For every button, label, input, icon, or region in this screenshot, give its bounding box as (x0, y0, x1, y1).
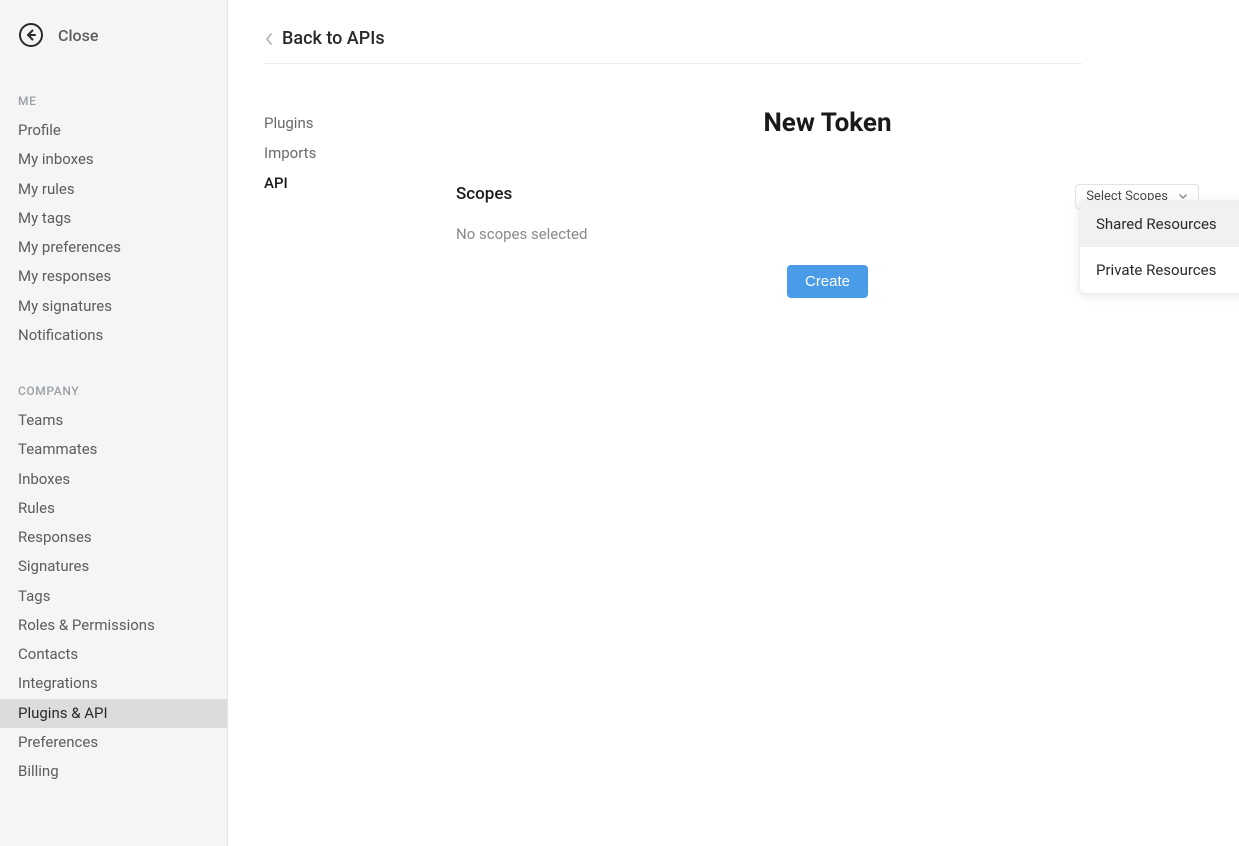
sidebar-item-profile[interactable]: Profile (0, 116, 227, 145)
sidebar-item-preferences[interactable]: Preferences (0, 728, 227, 757)
back-to-apis-link[interactable]: Back to APIs (264, 28, 1082, 64)
close-label: Close (58, 26, 98, 45)
sidebar-item-rules[interactable]: Rules (0, 494, 227, 523)
content-area: Back to APIs Plugins Imports API New Tok… (228, 0, 1239, 846)
page-title: New Token (456, 108, 1199, 138)
sidebar-item-contacts[interactable]: Contacts (0, 640, 227, 669)
sidebar-item-my-rules[interactable]: My rules (0, 175, 227, 204)
create-button[interactable]: Create (787, 265, 868, 298)
main-panel: New Token Scopes Select Scopes No scopes… (456, 108, 1199, 298)
dropdown-option-private-resources[interactable]: Private Resources (1080, 247, 1239, 293)
sidebar-item-teams[interactable]: Teams (0, 406, 227, 435)
subnav-imports[interactable]: Imports (264, 138, 408, 168)
sidebar-item-my-signatures[interactable]: My signatures (0, 292, 227, 321)
arrow-left-circle-icon (18, 22, 44, 48)
sidebar-section-company-header: COMPANY (0, 350, 227, 406)
sidebar-item-teammates[interactable]: Teammates (0, 435, 227, 464)
sidebar-item-my-preferences[interactable]: My preferences (0, 233, 227, 262)
sidebar-item-my-responses[interactable]: My responses (0, 262, 227, 291)
subnav: Plugins Imports API (264, 108, 408, 298)
subnav-api[interactable]: API (264, 168, 408, 198)
sidebar-item-notifications[interactable]: Notifications (0, 321, 227, 350)
scopes-dropdown-menu: Shared Resources Private Resources (1079, 200, 1239, 294)
sidebar-item-inboxes[interactable]: Inboxes (0, 465, 227, 494)
sidebar-section-me-header: ME (0, 76, 227, 116)
sidebar-item-billing[interactable]: Billing (0, 757, 227, 786)
sidebar-item-my-inboxes[interactable]: My inboxes (0, 145, 227, 174)
sidebar-item-tags[interactable]: Tags (0, 582, 227, 611)
sidebar-item-my-tags[interactable]: My tags (0, 204, 227, 233)
dropdown-option-shared-resources[interactable]: Shared Resources (1080, 201, 1239, 247)
sidebar-item-responses[interactable]: Responses (0, 523, 227, 552)
scopes-heading: Scopes (456, 184, 512, 204)
sidebar-item-plugins-api[interactable]: Plugins & API (0, 699, 227, 728)
chevron-left-icon (264, 32, 274, 46)
back-label: Back to APIs (282, 28, 385, 49)
close-button[interactable]: Close (0, 22, 227, 76)
sidebar-item-roles-permissions[interactable]: Roles & Permissions (0, 611, 227, 640)
settings-sidebar: Close ME Profile My inboxes My rules My … (0, 0, 228, 846)
sidebar-item-integrations[interactable]: Integrations (0, 669, 227, 698)
subnav-plugins[interactable]: Plugins (264, 108, 408, 138)
sidebar-item-signatures[interactable]: Signatures (0, 552, 227, 581)
